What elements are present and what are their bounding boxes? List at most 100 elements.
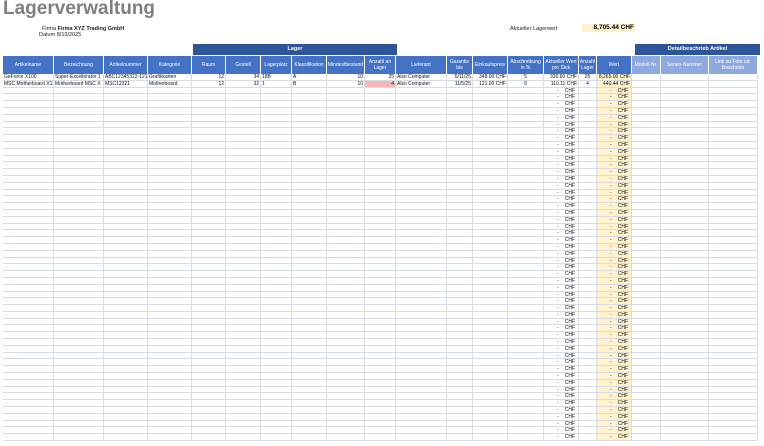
cell-garantie[interactable] bbox=[447, 311, 473, 319]
cell-abschreibung[interactable] bbox=[508, 366, 544, 374]
cell-mindestbestand[interactable] bbox=[327, 101, 365, 108]
cell-serien[interactable] bbox=[661, 420, 709, 428]
cell-garantie[interactable] bbox=[447, 101, 473, 108]
cell-lieferant[interactable] bbox=[396, 101, 447, 108]
cell-anzahl[interactable] bbox=[365, 339, 396, 346]
cell-garantie[interactable] bbox=[447, 250, 473, 258]
cell-lieferant[interactable] bbox=[396, 413, 447, 421]
cell-kategorie[interactable] bbox=[148, 305, 192, 312]
cell-bezeichnung[interactable] bbox=[54, 243, 104, 251]
cell-abschreibung[interactable] bbox=[508, 277, 544, 285]
cell-raum[interactable] bbox=[192, 352, 226, 360]
cell-lieferant[interactable] bbox=[396, 162, 447, 170]
cell-einkaufspreis[interactable]: 348.00 CHF bbox=[473, 74, 508, 81]
cell-anzahl[interactable] bbox=[365, 277, 396, 285]
cell-klassifikation[interactable] bbox=[292, 400, 327, 408]
cell-anzahl[interactable] bbox=[365, 114, 396, 122]
column-header-artikelnummer[interactable]: Artikelnummer bbox=[104, 56, 148, 74]
cell-abschreibung[interactable] bbox=[508, 87, 544, 95]
cell-gestell[interactable] bbox=[226, 216, 261, 224]
cell-klassifikation[interactable] bbox=[292, 413, 327, 421]
cell-klassifikation[interactable] bbox=[292, 94, 327, 102]
cell-lieferant[interactable] bbox=[396, 155, 447, 163]
cell-abschreibung[interactable] bbox=[508, 284, 544, 292]
cell-abschreibung[interactable] bbox=[508, 325, 544, 333]
cell-garantie[interactable] bbox=[447, 189, 473, 197]
cell-wert[interactable]: - CHF bbox=[597, 114, 632, 122]
cell-serien[interactable] bbox=[661, 393, 709, 401]
cell-kategorie[interactable] bbox=[148, 366, 192, 374]
cell-anzahl[interactable] bbox=[365, 373, 396, 380]
cell-artikelnummer[interactable] bbox=[104, 135, 148, 142]
cell-lagerplatz[interactable] bbox=[261, 332, 292, 340]
cell-bezeichnung[interactable] bbox=[54, 284, 104, 292]
cell-lagerplatz[interactable]: 1 bbox=[261, 80, 292, 88]
cell-artikelnummer[interactable] bbox=[104, 420, 148, 428]
cell-bezeichnung[interactable] bbox=[54, 169, 104, 176]
cell-wert[interactable]: - CHF bbox=[597, 352, 632, 360]
cell-mindestbestand[interactable] bbox=[327, 386, 365, 394]
cell-kategorie[interactable] bbox=[148, 135, 192, 142]
cell-abschreibung[interactable] bbox=[508, 339, 544, 346]
cell-garantie[interactable] bbox=[447, 393, 473, 401]
cell-lieferant[interactable] bbox=[396, 264, 447, 272]
cell-einkaufspreis[interactable] bbox=[473, 209, 508, 217]
cell-link[interactable] bbox=[709, 352, 758, 360]
cell-raum[interactable] bbox=[192, 101, 226, 108]
cell-anzahl2[interactable] bbox=[579, 311, 597, 319]
cell-link[interactable] bbox=[709, 271, 758, 278]
cell-lieferant[interactable] bbox=[396, 87, 447, 95]
cell-wert[interactable]: - CHF bbox=[597, 271, 632, 278]
cell-lagerplatz[interactable] bbox=[261, 379, 292, 387]
cell-link[interactable] bbox=[709, 141, 758, 149]
cell-mindestbestand[interactable] bbox=[327, 182, 365, 190]
cell-kategorie[interactable] bbox=[148, 162, 192, 170]
cell-klassifikation[interactable] bbox=[292, 264, 327, 272]
cell-gestell[interactable] bbox=[226, 107, 261, 115]
cell-anzahl[interactable] bbox=[365, 101, 396, 108]
cell-mindestbestand[interactable] bbox=[327, 114, 365, 122]
cell-wert[interactable]: - CHF bbox=[597, 101, 632, 108]
cell-einkaufspreis[interactable] bbox=[473, 169, 508, 176]
cell-artikelnummer[interactable] bbox=[104, 141, 148, 149]
cell-mindestbestand[interactable] bbox=[327, 311, 365, 319]
cell-modell[interactable] bbox=[632, 373, 661, 380]
cell-serien[interactable] bbox=[661, 427, 709, 435]
column-header-artikelname[interactable]: Artikelname bbox=[3, 56, 54, 74]
cell-anzahl[interactable] bbox=[365, 203, 396, 210]
cell-lieferant[interactable] bbox=[396, 223, 447, 231]
cell-lagerplatz[interactable] bbox=[261, 325, 292, 333]
cell-serien[interactable] bbox=[661, 366, 709, 374]
cell-abschreibung[interactable] bbox=[508, 121, 544, 129]
cell-bezeichnung[interactable] bbox=[54, 128, 104, 136]
column-header-kategorie[interactable]: Kategorie bbox=[148, 56, 192, 74]
cell-anzahl2[interactable]: 4 bbox=[579, 80, 597, 88]
cell-garantie[interactable] bbox=[447, 223, 473, 231]
cell-mindestbestand[interactable] bbox=[327, 216, 365, 224]
cell-klassifikation[interactable] bbox=[292, 420, 327, 428]
cell-aktwert[interactable]: - CHF bbox=[544, 325, 579, 333]
cell-anzahl2[interactable] bbox=[579, 121, 597, 129]
cell-aktwert[interactable]: - CHF bbox=[544, 427, 579, 435]
cell-modell[interactable] bbox=[632, 434, 661, 442]
cell-bezeichnung[interactable] bbox=[54, 107, 104, 115]
cell-einkaufspreis[interactable] bbox=[473, 427, 508, 435]
cell-serien[interactable] bbox=[661, 135, 709, 142]
cell-garantie[interactable] bbox=[447, 407, 473, 414]
cell-bezeichnung[interactable] bbox=[54, 189, 104, 197]
cell-artikelname[interactable] bbox=[3, 87, 54, 95]
cell-artikelname[interactable] bbox=[3, 311, 54, 319]
cell-raum[interactable] bbox=[192, 434, 226, 442]
cell-wert[interactable]: - CHF bbox=[597, 311, 632, 319]
cell-kategorie[interactable] bbox=[148, 420, 192, 428]
cell-abschreibung[interactable] bbox=[508, 94, 544, 102]
cell-artikelname[interactable] bbox=[3, 101, 54, 108]
cell-bezeichnung[interactable] bbox=[54, 400, 104, 408]
cell-einkaufspreis[interactable] bbox=[473, 305, 508, 312]
cell-einkaufspreis[interactable] bbox=[473, 379, 508, 387]
cell-link[interactable] bbox=[709, 386, 758, 394]
cell-anzahl2[interactable] bbox=[579, 196, 597, 204]
cell-anzahl[interactable] bbox=[365, 359, 396, 367]
cell-link[interactable] bbox=[709, 128, 758, 136]
cell-lieferant[interactable] bbox=[396, 141, 447, 149]
